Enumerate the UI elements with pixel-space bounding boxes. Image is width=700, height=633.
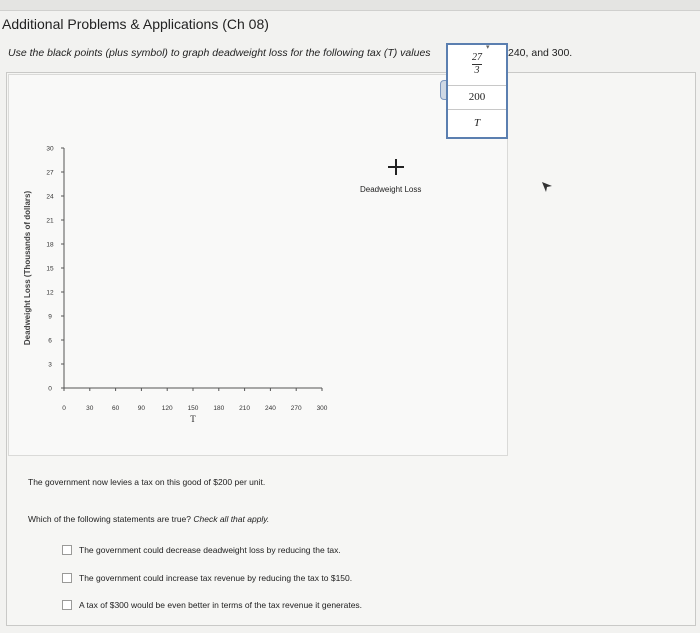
x-tick-label: 0: [62, 405, 66, 412]
deadweight-loss-chart[interactable]: 0 3 6 9 12 15 18 21 24 27 30 0 30 60 90 120 150 180 210 24…: [20, 140, 330, 430]
option-checkbox-3[interactable]: A tax of $300 would be even better in te…: [62, 598, 362, 612]
y-tick-label: 24: [46, 194, 54, 201]
checkbox[interactable]: [62, 573, 72, 583]
y-tick-label: 27: [46, 170, 54, 177]
popup-close-dot[interactable]: ▾: [486, 43, 490, 51]
y-tick-label: 6: [48, 338, 52, 345]
x-tick-label: 120: [162, 405, 173, 412]
x-axis-label: T: [190, 414, 196, 424]
instruction-text: Use the black points (plus symbol) to gr…: [8, 47, 572, 59]
tool-label: Deadweight Loss: [360, 185, 422, 194]
popup-fraction: 27 3: [472, 52, 482, 76]
instruction-tail: 240, and 300.: [508, 47, 573, 59]
y-tick-label: 15: [46, 266, 54, 273]
x-tick-label: 150: [188, 405, 199, 412]
y-tick-label: 21: [46, 218, 54, 225]
x-tick-label: 300: [317, 405, 328, 412]
popup-variable-label: T: [448, 109, 506, 136]
y-tick-label: 3: [48, 362, 52, 369]
x-tick-label: 90: [138, 405, 146, 412]
y-tick-label: 18: [46, 242, 54, 249]
y-axis-label: Deadweight Loss (Thousands of dollars): [23, 191, 32, 346]
popup-value[interactable]: 200: [448, 85, 506, 108]
y-tick-label: 9: [48, 314, 52, 321]
y-tick-label: 12: [46, 290, 54, 297]
cursor-icon: [542, 182, 552, 192]
option-label: The government could increase tax revenu…: [79, 573, 353, 583]
option-checkbox-2[interactable]: The government could increase tax revenu…: [62, 571, 352, 585]
y-ticks: 0 3 6 9 12 15 18 21 24 27 30: [46, 146, 64, 393]
plus-icon[interactable]: [384, 155, 408, 179]
x-ticks: 0 30 60 90 120 150 180 210 240 270 300: [62, 388, 328, 412]
x-tick-label: 60: [112, 405, 120, 412]
point-value-popup[interactable]: 27 3 200 T: [446, 43, 508, 139]
checkbox[interactable]: [62, 545, 72, 555]
question-text: The government now levies a tax on this …: [28, 477, 266, 487]
x-tick-label: 30: [86, 405, 94, 412]
y-tick-label: 0: [48, 386, 52, 393]
option-label: The government could decrease deadweight…: [79, 545, 341, 555]
instruction-main: Use the black points (plus symbol) to gr…: [8, 47, 431, 59]
x-tick-label: 210: [239, 405, 250, 412]
option-checkbox-1[interactable]: The government could decrease deadweight…: [62, 543, 341, 557]
checkbox[interactable]: [62, 600, 72, 610]
x-tick-label: 270: [291, 405, 302, 412]
prompt-text: Which of the following statements are tr…: [28, 514, 270, 524]
x-tick-label: 240: [265, 405, 276, 412]
option-label: A tax of $300 would be even better in te…: [79, 600, 363, 610]
y-tick-label: 30: [46, 146, 54, 153]
chart-axes: [63, 148, 322, 389]
browser-top-strip: [0, 0, 700, 11]
x-tick-label: 180: [213, 405, 224, 412]
page-title: Additional Problems & Applications (Ch 0…: [2, 16, 269, 32]
